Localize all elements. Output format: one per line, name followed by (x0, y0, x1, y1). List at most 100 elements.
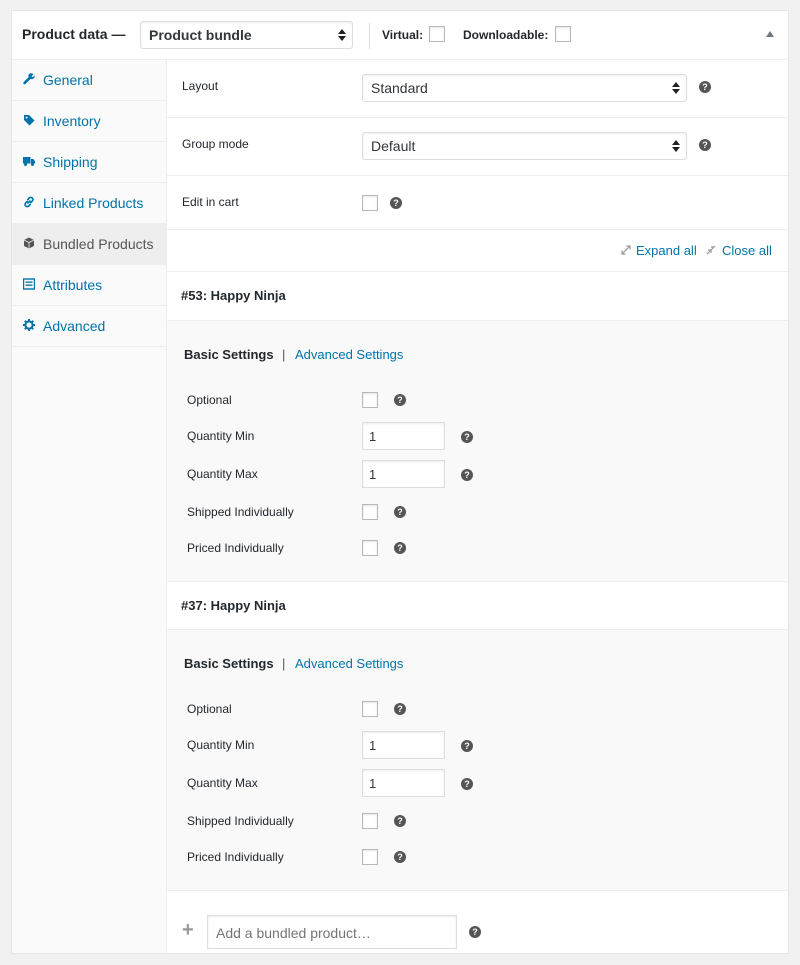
plus-icon: + (182, 919, 194, 941)
shipped-individually-label: Shipped Individually (187, 814, 294, 828)
advanced-settings-tab[interactable]: Advanced Settings (295, 347, 403, 362)
quantity-max-input[interactable]: 1 (362, 769, 445, 797)
priced-individually-label: Priced Individually (187, 850, 284, 864)
shipped-individually-checkbox[interactable] (362, 813, 378, 829)
close-all-link[interactable]: Close all (722, 243, 772, 258)
select-arrows-icon (672, 81, 680, 95)
tab-advanced[interactable]: Advanced (12, 306, 166, 347)
product-type-value: Product bundle (149, 27, 252, 43)
quantity-min-label: Quantity Min (187, 738, 255, 752)
quantity-max-label: Quantity Max (187, 776, 258, 790)
product-data-tabs: General Inventory Shipping Linked Produc… (12, 60, 167, 953)
product-data-panel: Product data — Product bundle Virtual: D… (11, 10, 789, 954)
quantity-min-input[interactable]: 1 (362, 731, 445, 759)
expand-all-link[interactable]: Expand all (636, 243, 697, 258)
select-arrows-icon (338, 28, 346, 42)
virtual-checkbox[interactable] (429, 26, 445, 42)
help-icon[interactable]: ? (394, 542, 406, 554)
collapse-toggle-icon[interactable] (766, 31, 774, 37)
bundled-item-header[interactable]: #53: Happy Ninja (167, 272, 788, 321)
help-icon[interactable]: ? (394, 506, 406, 518)
expand-arrows-icon (621, 245, 631, 255)
priced-individually-checkbox[interactable] (362, 540, 378, 556)
bundled-item-title: #37: Happy Ninja (181, 598, 286, 613)
help-icon[interactable]: ? (469, 926, 481, 938)
select-arrows-icon (672, 139, 680, 153)
layout-row: Layout Standard ? (167, 60, 788, 118)
settings-tab-separator: | (282, 347, 286, 362)
group-mode-select[interactable]: Default (362, 132, 687, 160)
tab-attributes-label: Attributes (43, 277, 103, 293)
help-icon[interactable]: ? (394, 851, 406, 863)
help-icon[interactable]: ? (390, 197, 402, 209)
header-divider (369, 23, 370, 49)
tab-linked-products-label: Linked Products (43, 195, 144, 211)
priced-individually-label: Priced Individually (187, 541, 284, 555)
help-icon[interactable]: ? (394, 815, 406, 827)
cube-icon (23, 237, 35, 249)
help-icon[interactable]: ? (394, 394, 406, 406)
tab-attributes[interactable]: Attributes (12, 265, 166, 306)
edit-in-cart-label: Edit in cart (182, 195, 239, 209)
list-icon (23, 278, 35, 290)
product-type-select[interactable]: Product bundle (140, 21, 353, 49)
product-data-header: Product data — Product bundle Virtual: D… (12, 11, 788, 60)
layout-value: Standard (371, 80, 428, 96)
edit-in-cart-checkbox[interactable] (362, 195, 378, 211)
tab-general[interactable]: General (12, 60, 166, 101)
basic-settings-tab[interactable]: Basic Settings (184, 656, 274, 671)
group-mode-row: Group mode Default ? (167, 118, 788, 176)
group-mode-label: Group mode (182, 137, 249, 151)
virtual-label: Virtual: (382, 28, 424, 42)
downloadable-checkbox[interactable] (555, 26, 571, 42)
layout-select[interactable]: Standard (362, 74, 687, 102)
basic-settings-tab[interactable]: Basic Settings (184, 347, 274, 362)
help-icon[interactable]: ? (461, 740, 473, 752)
group-mode-value: Default (371, 138, 416, 154)
tab-general-label: General (43, 72, 93, 88)
bundled-item-header[interactable]: #37: Happy Ninja (167, 582, 788, 630)
quantity-min-input[interactable]: 1 (362, 422, 445, 450)
edit-in-cart-row: Edit in cart ? (167, 176, 788, 230)
advanced-settings-tab[interactable]: Advanced Settings (295, 656, 403, 671)
downloadable-label: Downloadable: (463, 28, 549, 42)
gear-icon (23, 319, 35, 331)
link-icon (24, 196, 34, 208)
help-icon[interactable]: ? (461, 469, 473, 481)
tag-icon (24, 115, 35, 126)
help-icon[interactable]: ? (699, 139, 711, 151)
settings-tab-separator: | (282, 656, 286, 671)
quantity-min-label: Quantity Min (187, 429, 255, 443)
optional-checkbox[interactable] (362, 392, 378, 408)
help-icon[interactable]: ? (394, 703, 406, 715)
bundled-item-settings: Basic Settings | Advanced Settings Optio… (167, 630, 788, 891)
help-icon[interactable]: ? (461, 431, 473, 443)
optional-label: Optional (187, 702, 232, 716)
tab-bundled-products[interactable]: Bundled Products (12, 224, 166, 265)
expand-close-bar: Expand all Close all (167, 230, 788, 272)
layout-label: Layout (182, 79, 219, 93)
add-bundled-product-input[interactable]: Add a bundled product… (207, 915, 457, 949)
quantity-max-input[interactable]: 1 (362, 460, 445, 488)
collapse-arrows-icon (706, 245, 716, 255)
product-data-title: Product data — (22, 26, 126, 42)
shipped-individually-checkbox[interactable] (362, 504, 378, 520)
bundled-item-title: #53: Happy Ninja (181, 288, 286, 303)
bundled-products-panel: Layout Standard ? Group mode Default ? E… (167, 60, 788, 953)
tab-bundled-products-label: Bundled Products (43, 236, 154, 252)
wrench-icon (23, 73, 35, 85)
priced-individually-checkbox[interactable] (362, 849, 378, 865)
truck-icon (23, 157, 35, 166)
tab-advanced-label: Advanced (43, 318, 106, 334)
tab-inventory[interactable]: Inventory (12, 101, 166, 142)
help-icon[interactable]: ? (461, 778, 473, 790)
bundled-item-settings: Basic Settings | Advanced Settings Optio… (167, 321, 788, 582)
tab-inventory-label: Inventory (43, 113, 101, 129)
optional-label: Optional (187, 393, 232, 407)
optional-checkbox[interactable] (362, 701, 378, 717)
help-icon[interactable]: ? (699, 81, 711, 93)
tab-linked-products[interactable]: Linked Products (12, 183, 166, 224)
quantity-max-label: Quantity Max (187, 467, 258, 481)
shipped-individually-label: Shipped Individually (187, 505, 294, 519)
tab-shipping[interactable]: Shipping (12, 142, 166, 183)
